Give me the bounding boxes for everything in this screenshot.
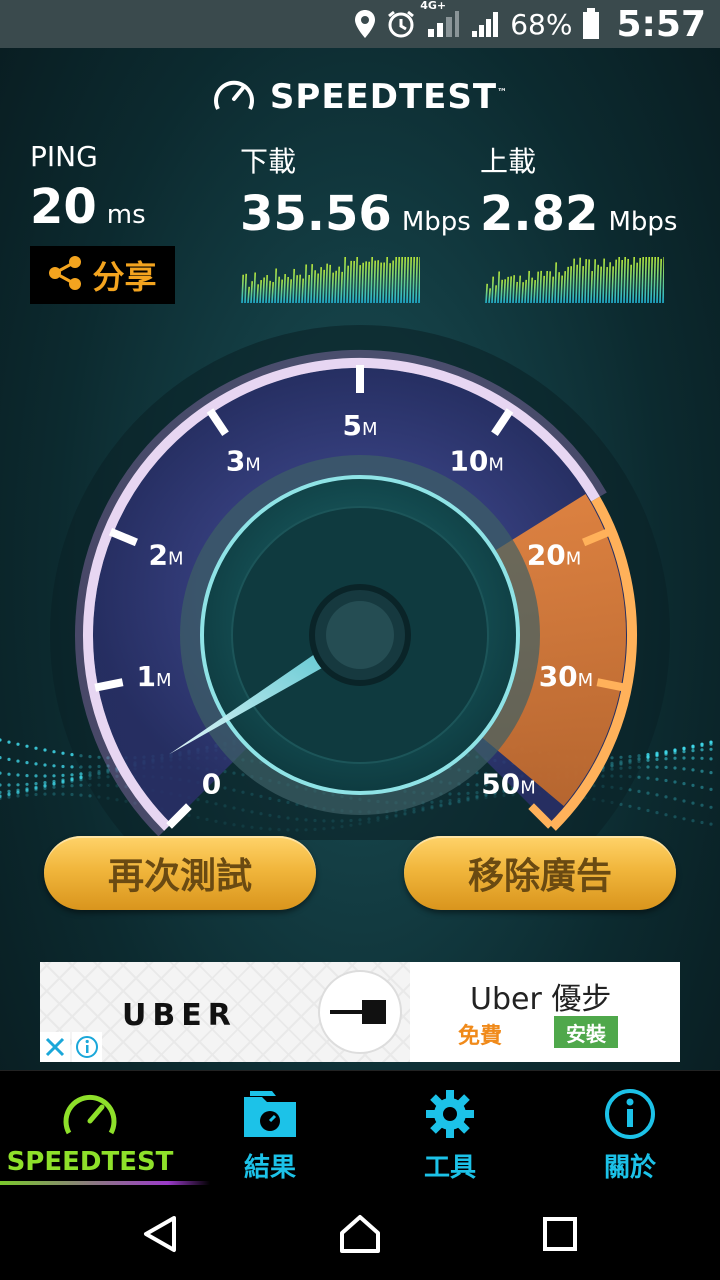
ad-title: Uber 優步 — [470, 982, 612, 1017]
gauge-tick — [596, 678, 626, 692]
upload-value-row: 2.82 Mbps — [480, 186, 677, 242]
upload-metric: 上載 2.82 Mbps — [480, 140, 677, 242]
signal-4g-icon: 4G+ — [420, 0, 460, 39]
upload-value: 2.82 — [480, 186, 599, 242]
gauge-tick — [94, 678, 124, 692]
download-sparkline — [241, 256, 420, 304]
info-icon — [604, 1087, 656, 1141]
signal-icon — [470, 9, 500, 39]
share-button[interactable]: 分享 — [30, 246, 175, 304]
status-bar: 4G+ 68% 5:57 — [0, 0, 720, 48]
upload-unit: Mbps — [608, 207, 678, 237]
share-label: 分享 — [92, 258, 157, 296]
ad-free-label: 免費 — [458, 1024, 503, 1049]
ping-value: 20 — [30, 179, 97, 235]
battery-icon — [582, 8, 600, 40]
nav-label-tools: 工具 — [423, 1153, 476, 1183]
uber-logo-icon — [318, 970, 402, 1054]
app-header: SPEEDTEST™ — [0, 72, 720, 122]
ad-install-button[interactable]: 安裝 — [554, 1016, 618, 1048]
retest-button[interactable]: 再次測試 — [44, 836, 316, 910]
trademark: ™ — [497, 87, 509, 99]
download-value-row: 35.56 Mbps — [240, 186, 471, 242]
location-icon — [354, 9, 376, 39]
recents-icon[interactable] — [530, 1204, 590, 1264]
download-unit: Mbps — [401, 207, 471, 237]
nav-about[interactable]: 關於 — [540, 1071, 720, 1189]
speed-gauge: 01M2M3M5M10M20M30M50M — [50, 325, 670, 840]
nav-speedtest[interactable]: SPEEDTEST — [0, 1071, 210, 1189]
download-label: 下載 — [240, 145, 297, 178]
app-title: SPEEDTEST™ — [270, 77, 508, 117]
ping-value-row: 20 ms — [30, 179, 146, 235]
app-title-text: SPEEDTEST — [269, 77, 498, 117]
download-metric: 下載 35.56 Mbps — [240, 140, 471, 242]
status-time: 5:57 — [616, 3, 706, 45]
download-value: 35.56 — [240, 186, 392, 242]
back-icon[interactable] — [130, 1204, 190, 1264]
bottom-nav: SPEEDTEST 結果 工具 關於 — [0, 1070, 720, 1189]
nav-label-about: 關於 — [603, 1153, 656, 1183]
results-folder-icon — [242, 1087, 298, 1141]
upload-sparkline — [485, 256, 664, 304]
nav-label-results: 結果 — [243, 1153, 296, 1183]
alarm-icon — [386, 9, 416, 39]
share-icon — [48, 255, 82, 295]
ping-label: PING — [30, 140, 98, 173]
ping-unit: ms — [106, 200, 146, 230]
speedometer-icon — [62, 1087, 118, 1141]
ad-close-icon[interactable] — [40, 1032, 70, 1062]
ping-metric: PING 20 ms — [30, 140, 146, 235]
speedtest-logo-icon — [212, 75, 256, 119]
system-nav-bar — [0, 1188, 720, 1280]
battery-percent: 68% — [510, 7, 573, 41]
remove-ads-button[interactable]: 移除廣告 — [404, 836, 676, 910]
gear-icon — [424, 1087, 476, 1141]
ad-info-icon[interactable] — [72, 1032, 102, 1062]
active-tab-indicator — [0, 1181, 210, 1185]
upload-label: 上載 — [480, 145, 537, 178]
nav-label-speedtest: SPEEDTEST — [6, 1147, 174, 1177]
speedtest-app: 4G+ 68% 5:57 SPEEDTEST™ PING 20 ms 下載 35.… — [0, 0, 720, 1280]
nav-results[interactable]: 結果 — [180, 1071, 360, 1189]
nav-tools[interactable]: 工具 — [360, 1071, 540, 1189]
ad-brand: UBER — [122, 998, 237, 1033]
network-type-label: 4G+ — [420, 0, 447, 12]
home-icon[interactable] — [330, 1204, 390, 1264]
gauge-tick-label: 0 — [202, 767, 221, 800]
ad-banner[interactable]: UBER Uber 優步 免費 安裝 — [40, 962, 680, 1062]
